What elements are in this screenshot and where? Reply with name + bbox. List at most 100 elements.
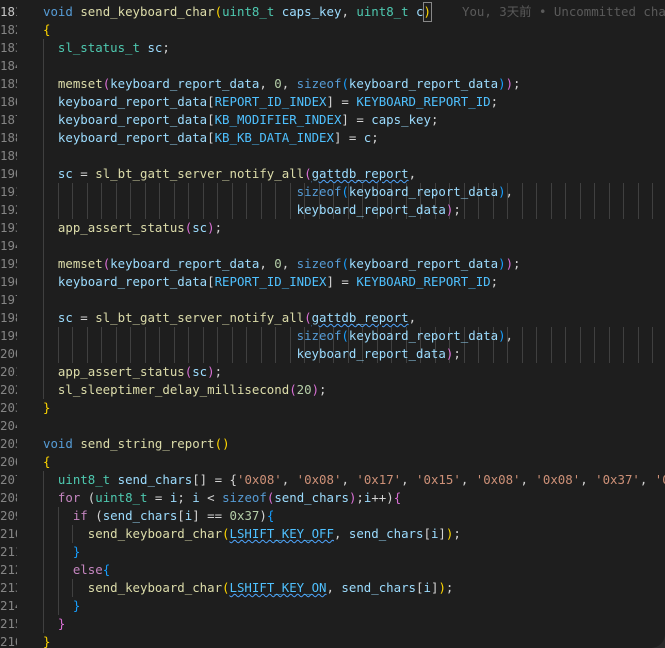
code-line[interactable]: 209 if (send_chars[i] == 0x37){ (0, 507, 665, 525)
code-text[interactable]: { (43, 21, 50, 39)
code-line[interactable]: 190 sc = sl_bt_gatt_server_notify_all(ga… (0, 165, 665, 183)
code-text[interactable]: void send_string_report() (43, 435, 230, 453)
code-token: void (43, 4, 73, 19)
code-text[interactable]: sc = sl_bt_gatt_server_notify_all(gattdb… (43, 165, 416, 183)
code-token: ; (177, 490, 193, 505)
code-line[interactable]: 215 } (0, 615, 665, 633)
code-line[interactable]: 195 memset(keyboard_report_data, 0, size… (0, 255, 665, 273)
indent-guide (652, 201, 653, 219)
code-line[interactable]: 192 keyboard_report_data); (0, 201, 665, 219)
code-line[interactable]: 186 keyboard_report_data[REPORT_ID_INDEX… (0, 93, 665, 111)
indent-guide (492, 345, 494, 363)
code-line[interactable]: 212 else{ (0, 561, 665, 579)
code-text[interactable]: else{ (43, 561, 110, 579)
code-line[interactable]: 214 } (0, 597, 665, 615)
code-line[interactable]: 202 sl_sleeptimer_delay_millisecond(20); (0, 381, 665, 399)
indent-guide (579, 345, 581, 363)
code-line[interactable]: 204 (0, 417, 665, 435)
code-line[interactable]: 194 (0, 237, 665, 255)
code-text[interactable]: void send_keyboard_char(uint8_t caps_key… (43, 2, 432, 22)
code-line[interactable]: 206 { (0, 453, 665, 471)
code-line[interactable]: 205 void send_string_report() (0, 435, 665, 453)
code-token: ( (341, 328, 349, 343)
code-text[interactable]: keyboard_report_data); (43, 201, 461, 219)
code-line[interactable]: 210 send_keyboard_char(LSHIFT_KEY_OFF, s… (0, 525, 665, 543)
code-token: uint8_t (57, 472, 111, 487)
code-token: , (341, 472, 357, 487)
code-token: '0x37' (595, 472, 640, 487)
code-line[interactable]: 201 app_assert_status(sc); (0, 363, 665, 381)
code-token: , (505, 184, 514, 199)
code-text[interactable]: send_keyboard_char(LSHIFT_KEY_ON, send_c… (43, 579, 454, 597)
code-line[interactable]: 188 keyboard_report_data[KB_KB_DATA_INDE… (0, 129, 665, 147)
code-text[interactable]: keyboard_report_data[KB_KB_DATA_INDEX] =… (43, 129, 379, 147)
code-text[interactable]: sizeof(keyboard_report_data), (43, 183, 513, 201)
code-text[interactable]: keyboard_report_data); (43, 345, 461, 363)
code-text[interactable]: memset(keyboard_report_data, 0, sizeof(k… (43, 255, 521, 273)
line-number: 202 (0, 382, 17, 397)
code-text[interactable]: keyboard_report_data[KB_MODIFIER_INDEX] … (43, 111, 439, 129)
code-token: '0x17' (356, 472, 402, 487)
code-text[interactable]: app_assert_status(sc); (43, 219, 222, 237)
code-line[interactable]: 187 keyboard_report_data[KB_MODIFIER_IND… (0, 111, 665, 129)
code-text[interactable]: { (43, 453, 50, 471)
indent-guide (507, 201, 508, 219)
code-token: ) (505, 256, 514, 271)
code-line[interactable]: 189 (0, 147, 665, 165)
code-line[interactable]: 196 keyboard_report_data[REPORT_ID_INDEX… (0, 273, 665, 291)
code-text[interactable]: sl_status_t sc; (43, 39, 170, 57)
code-line[interactable]: 200 keyboard_report_data); (0, 345, 665, 363)
indent-guide (550, 327, 552, 345)
code-text[interactable]: } (43, 543, 80, 561)
code-line[interactable]: 193 app_assert_status(sc); (0, 219, 665, 237)
line-number: 205 (0, 436, 17, 451)
code-text[interactable]: } (43, 633, 50, 648)
code-text[interactable]: } (43, 615, 65, 633)
code-token: } (57, 616, 66, 631)
code-text[interactable]: } (43, 399, 50, 417)
code-line[interactable]: 213 send_keyboard_char(LSHIFT_KEY_ON, se… (0, 579, 665, 597)
code-text[interactable]: for (uint8_t = i; i < sizeof(send_chars)… (43, 489, 401, 507)
line-number: 201 (0, 364, 17, 379)
code-token: '0x0 (654, 472, 665, 487)
code-token: [ (207, 130, 215, 145)
code-line[interactable]: 191 sizeof(keyboard_report_data), (0, 183, 665, 201)
code-text[interactable]: memset(keyboard_report_data, 0, sizeof(k… (43, 75, 521, 93)
code-line[interactable]: 211 } (0, 543, 665, 561)
code-text[interactable]: app_assert_status(sc); (43, 363, 222, 381)
code-line[interactable]: 181void send_keyboard_char(uint8_t caps_… (0, 2, 665, 22)
code-text[interactable]: sl_sleeptimer_delay_millisecond(20); (43, 381, 327, 399)
code-token: ; (513, 256, 521, 271)
code-line[interactable]: 207 uint8_t send_chars[] = {'0x08', '0x0… (0, 471, 665, 489)
code-text[interactable]: sizeof(keyboard_report_data), (43, 327, 513, 345)
indent-guide (463, 345, 465, 363)
code-editor[interactable]: 181void send_keyboard_char(uint8_t caps_… (0, 0, 665, 648)
code-text[interactable]: keyboard_report_data[REPORT_ID_INDEX] = … (43, 273, 498, 291)
indent-guide (637, 327, 639, 345)
indent-guide (536, 327, 537, 345)
code-text[interactable]: } (43, 597, 80, 615)
code-line[interactable]: 183 sl_status_t sc; (0, 39, 665, 57)
code-line[interactable]: 185 memset(keyboard_report_data, 0, size… (0, 75, 665, 93)
code-line[interactable]: 198 sc = sl_bt_gatt_server_notify_all(ga… (0, 309, 665, 327)
code-token: i (423, 580, 431, 595)
code-text[interactable]: uint8_t send_chars[] = {'0x08', '0x08', … (43, 471, 665, 489)
code-line[interactable]: 197 (0, 291, 665, 309)
code-token: , (333, 526, 349, 541)
code-text[interactable]: sc = sl_bt_gatt_server_notify_all(gattdb… (43, 309, 416, 327)
code-line[interactable]: 184 (0, 57, 665, 75)
code-text[interactable]: keyboard_report_data[REPORT_ID_INDEX] = … (43, 93, 498, 111)
code-line[interactable]: 199 sizeof(keyboard_report_data), (0, 327, 665, 345)
code-line[interactable]: 203} (0, 399, 665, 417)
code-line[interactable]: 208 for (uint8_t = i; i < sizeof(send_ch… (0, 489, 665, 507)
code-line[interactable]: 216} (0, 633, 665, 648)
code-line[interactable]: 182 { (0, 21, 665, 39)
line-number: 215 (0, 616, 17, 631)
line-number: 190 (0, 166, 17, 181)
code-text[interactable]: if (send_chars[i] == 0x37){ (43, 507, 274, 525)
code-text[interactable]: send_keyboard_char(LSHIFT_KEY_OFF, send_… (43, 525, 461, 543)
code-token: keyboard_report_data (57, 130, 208, 145)
